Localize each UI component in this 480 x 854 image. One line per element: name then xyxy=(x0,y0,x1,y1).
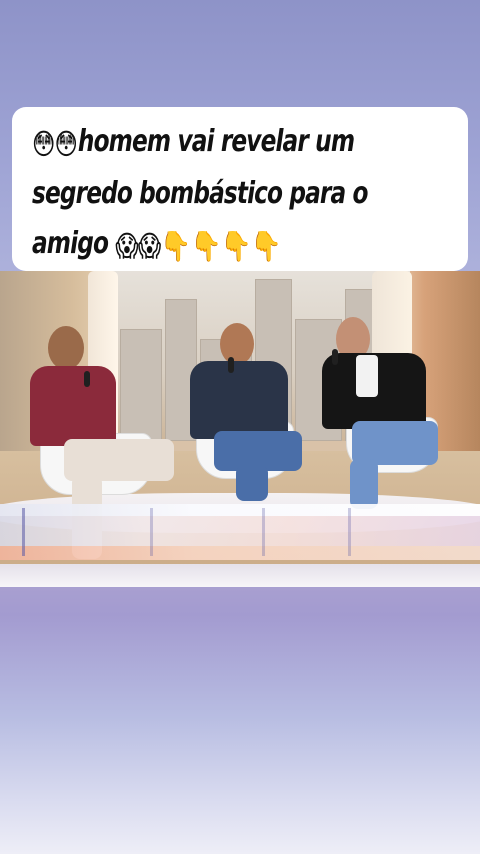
video-bottom-strip xyxy=(0,564,480,587)
tshirt-right xyxy=(356,355,378,397)
lower-third-graphic xyxy=(0,504,480,564)
building xyxy=(120,329,162,441)
microphone-right-icon xyxy=(332,349,338,365)
caption-line-1: 😳😳homem vai revelar um xyxy=(32,117,395,169)
head-left xyxy=(48,326,84,370)
caption-line-3: amigo 😱😱👇👇👇👇 xyxy=(32,219,395,271)
lower-third-bar-bottom xyxy=(0,546,480,560)
jeans-right-lower xyxy=(350,459,378,509)
caption-text-2: segredo bombástico para o xyxy=(32,176,368,211)
lower-third-bar-top xyxy=(0,504,480,516)
jeans-middle-lower xyxy=(236,465,268,501)
lower-third-accent xyxy=(150,508,153,556)
jacket-middle xyxy=(190,361,288,439)
flushed-face-emoji-icon: 😳😳 xyxy=(32,127,78,161)
video-frame[interactable] xyxy=(0,271,480,587)
lower-third-accent xyxy=(262,508,265,556)
head-middle xyxy=(220,323,254,365)
screaming-face-and-pointing-down-emoji-icon: 😱😱👇👇👇👇 xyxy=(115,229,282,263)
lower-third-accent xyxy=(22,508,25,556)
shirt-left xyxy=(30,366,116,446)
lower-third-bar-middle xyxy=(0,516,480,546)
caption-text-1: homem vai revelar um xyxy=(77,124,355,159)
microphone-left-icon xyxy=(84,371,90,387)
caption-text-3: amigo xyxy=(32,226,109,261)
microphone-middle-icon xyxy=(228,357,234,373)
caption-line-2: segredo bombástico para o xyxy=(32,169,395,219)
caption-card: 😳😳homem vai revelar um segredo bombástic… xyxy=(12,107,468,271)
lower-third-accent xyxy=(348,508,351,556)
